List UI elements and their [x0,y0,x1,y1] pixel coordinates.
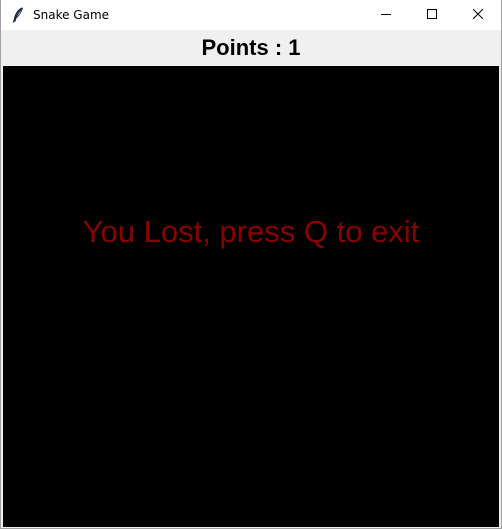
window-title: Snake Game [33,8,110,22]
score-bar: Points : 1 [1,30,501,66]
close-icon [472,6,484,24]
feather-icon [10,7,26,23]
points-label: Points : 1 [201,35,301,60]
game-over-message: You Lost, press Q to exit [82,214,420,249]
title-bar[interactable]: Snake Game [1,0,501,30]
minimize-icon [381,6,391,24]
close-button[interactable] [455,0,501,30]
maximize-button[interactable] [409,0,455,30]
game-canvas[interactable] [3,66,499,527]
minimize-button[interactable] [363,0,409,30]
maximize-icon [427,6,437,24]
game-window: Snake Game Points: 1 You Lost, press Q … [0,0,502,529]
window-controls [363,0,501,30]
